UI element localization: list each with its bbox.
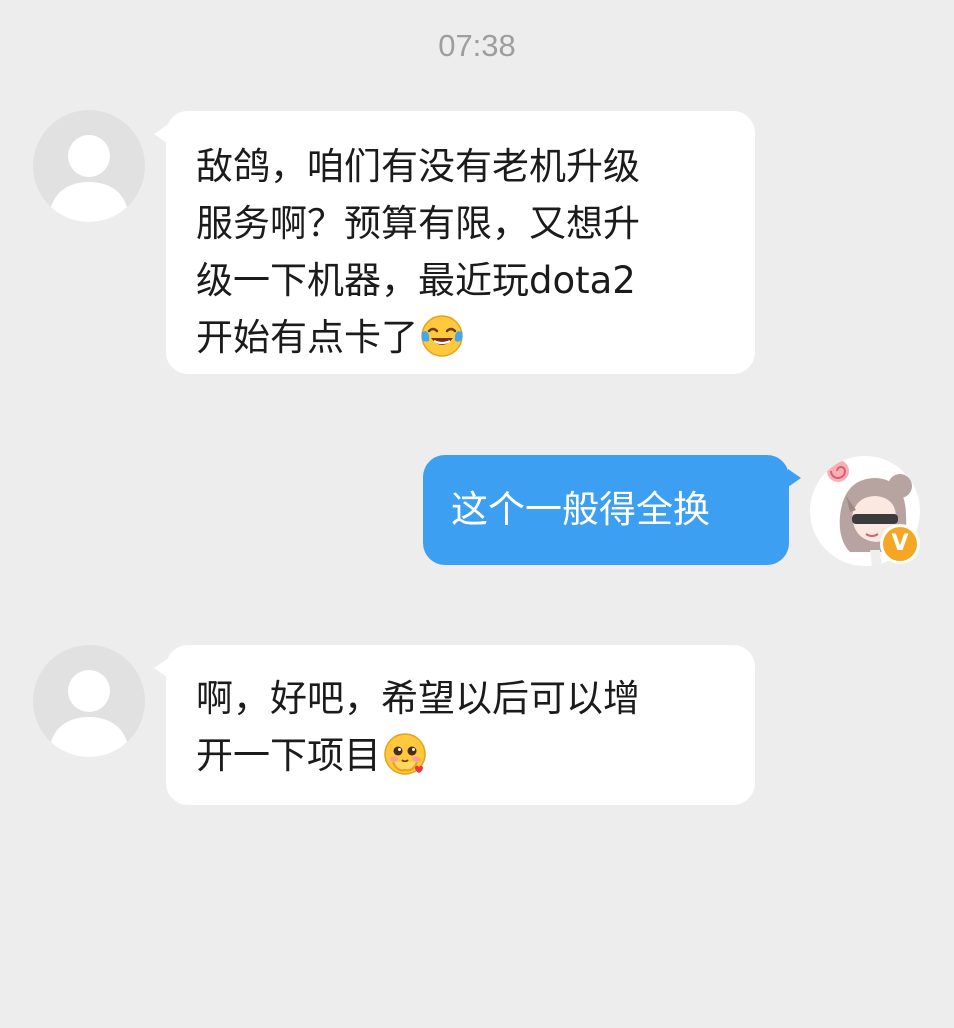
- message-text: 这个一般得全换: [451, 488, 710, 531]
- message-bubble-incoming[interactable]: 啊，好吧，希望以后可以增 开一下项目: [154, 645, 755, 805]
- default-user-icon: [49, 135, 129, 222]
- laughing-crying-emoji-icon: [421, 315, 463, 357]
- contact-avatar[interactable]: [33, 110, 145, 222]
- message-bubble-outgoing[interactable]: 这个一般得全换: [423, 455, 801, 565]
- verified-v-icon: V: [883, 527, 917, 561]
- contact-avatar[interactable]: [33, 645, 145, 757]
- verified-badge: V: [880, 524, 920, 564]
- default-user-icon: [49, 670, 129, 757]
- blushing-heart-emoji-icon: [384, 733, 426, 775]
- message-text: 敌鸽，咱们有没有老机升级 服务啊？预算有限，又想升 级一下机器，最近玩dota2…: [196, 145, 640, 359]
- message-bubble-incoming[interactable]: 敌鸽，咱们有没有老机升级 服务啊？预算有限，又想升 级一下机器，最近玩dota2…: [154, 111, 755, 374]
- message-timestamp: 07:38: [438, 28, 516, 63]
